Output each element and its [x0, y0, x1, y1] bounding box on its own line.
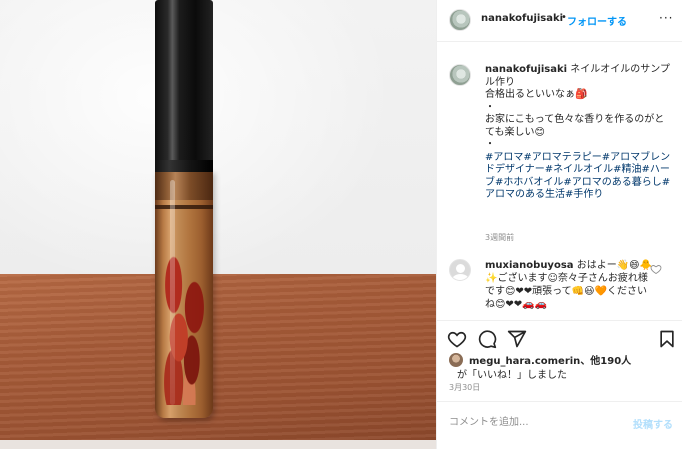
comment-username[interactable]: muxianobuyosa	[485, 260, 574, 271]
post-photo[interactable]	[0, 0, 436, 449]
post-header: nanakofujisaki • フォローする ···	[437, 0, 682, 42]
bottle-cap-ring	[155, 160, 213, 172]
add-comment-bar: 投稿する	[437, 401, 682, 441]
commenter-avatar[interactable]	[449, 259, 471, 281]
caption-hashtags[interactable]: #アロマ#アロマテラピー#アロマブレンドデザイナー#ネイルオイル#精油#ハーブ#…	[485, 152, 670, 201]
comment-icon[interactable]	[477, 329, 497, 349]
post-username[interactable]: nanakofujisaki	[481, 13, 563, 24]
comment-input[interactable]	[449, 412, 629, 432]
roller-bottle-neck	[155, 170, 213, 200]
dried-petals	[158, 255, 210, 405]
likes-line-1[interactable]: megu_hara.comerin、他190人	[469, 352, 631, 367]
heart-icon[interactable]	[447, 329, 467, 349]
caption-avatar[interactable]	[449, 64, 471, 86]
comment: muxianobuyosa おはよー👋😄🐥✨ございます☺奈々子さんお疲れ様です😊…	[485, 259, 655, 311]
photo-wall	[0, 0, 436, 320]
caption-text: ネイルオイルのサンプル作り 合格出るといいなぁ🎒 ・ お家にこもって色々な香りを…	[485, 64, 670, 150]
post-date[interactable]: 3月30日	[449, 382, 480, 393]
caption-time-ago[interactable]: 3週間前	[485, 232, 514, 243]
photo-table	[0, 274, 436, 449]
post-comment-button[interactable]: 投稿する	[633, 416, 673, 431]
avatar[interactable]	[449, 9, 471, 31]
likes-others[interactable]: 、他190人	[580, 356, 631, 367]
bookmark-icon[interactable]	[657, 329, 677, 349]
post-caption: nanakofujisaki ネイルオイルのサンプル作り 合格出るといいなぁ🎒 …	[485, 64, 671, 202]
comments-area[interactable]: nanakofujisaki ネイルオイルのサンプル作り 合格出るといいなぁ🎒 …	[437, 54, 682, 320]
comment-like-heart-icon[interactable]	[650, 263, 662, 275]
roller-bottle-band	[155, 205, 213, 209]
liker-avatar[interactable]	[449, 353, 463, 367]
post-sidebar: nanakofujisaki • フォローする ··· nanakofujisa…	[436, 0, 682, 449]
caption-username[interactable]: nanakofujisaki	[485, 64, 567, 75]
likes-line-2: が「いいね！」しました	[457, 370, 567, 381]
follow-button[interactable]: フォローする	[567, 13, 627, 28]
bottle-highlight	[170, 180, 175, 405]
bottle-cap	[155, 0, 213, 172]
more-options-icon[interactable]: ···	[659, 11, 673, 25]
photo-table-edge	[0, 440, 436, 449]
share-icon[interactable]	[507, 329, 527, 349]
action-bar	[437, 320, 682, 356]
